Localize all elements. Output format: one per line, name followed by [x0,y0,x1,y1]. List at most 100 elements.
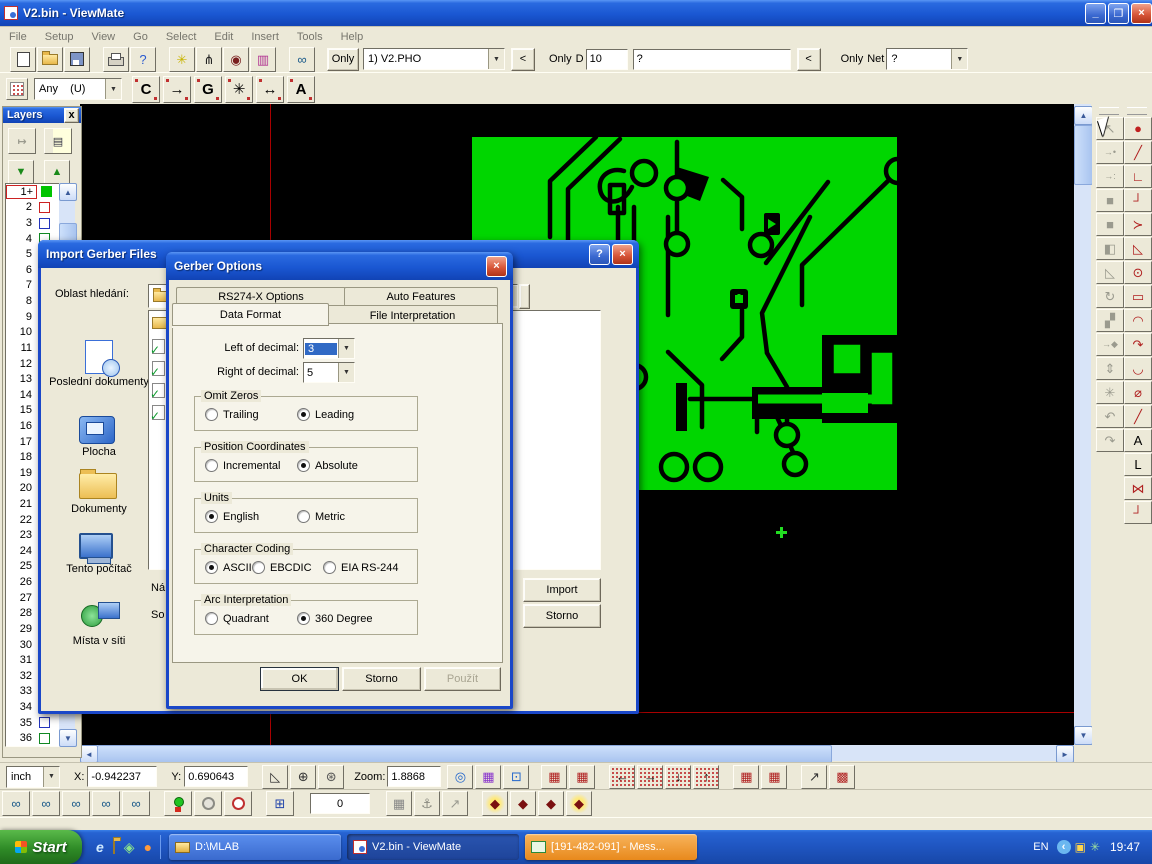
place-documents-icon[interactable] [79,473,117,499]
place-computer[interactable]: Tento počítač [47,563,151,575]
dcode-text-button[interactable]: A [287,76,315,103]
net-combo-arrow-icon[interactable]: ▼ [951,49,967,69]
snap-target-icon[interactable]: ⊛ [318,765,344,789]
language-indicator[interactable]: EN [1033,841,1048,853]
dcode-input[interactable]: 10 [586,49,628,70]
firefox-icon[interactable]: ● [144,839,152,855]
undo-tool[interactable]: ↶ [1096,405,1124,428]
import-close-button[interactable]: × [612,244,633,265]
vertical-scroll-thumb[interactable] [1074,125,1093,185]
zoom-select-icon[interactable]: ⊡ [503,765,529,789]
filled-rect-tool[interactable]: ■ [1096,189,1124,212]
align-tool[interactable]: ⇕ [1096,357,1124,380]
only-layer-button[interactable]: Only [327,48,359,71]
place-recent-icon[interactable] [85,340,113,374]
start-button[interactable]: Start [0,830,82,864]
apply-button[interactable]: Použít [424,667,501,691]
copy-pad-tool[interactable]: →: [1096,165,1124,188]
grid-display-icon[interactable]: ▦ [569,765,595,789]
select-region-icon[interactable]: ▩ [829,765,855,789]
measure-tools-icon[interactable]: ⋔ [196,47,222,72]
route-tool[interactable]: ┘ [1124,501,1152,524]
settings-tool[interactable]: ✳ [1096,381,1124,404]
draw-pad-tool[interactable]: ● [1124,117,1152,140]
draw-corner-tool[interactable]: ┘ [1124,189,1152,212]
radio-eia-rs-244[interactable]: EIA RS-244 [323,561,398,574]
pan-down-icon[interactable]: ↓ [665,765,691,789]
pan-up-icon[interactable]: ↑ [693,765,719,789]
draw-curve-tool[interactable]: ↷ [1124,333,1152,356]
place-desktop[interactable]: Plocha [47,446,151,458]
layer-row-2[interactable]: 2 [6,200,60,216]
dialog-toolbar-button-edge[interactable] [519,284,530,309]
grid-value-field[interactable]: 0 [310,793,370,814]
menu-edit[interactable]: Edit [205,28,242,46]
radio-incremental[interactable]: Incremental [205,459,280,472]
stretch-region-icon[interactable]: ↗ [801,765,827,789]
close-button[interactable]: × [1131,3,1152,24]
highlight-traffic-icon[interactable] [164,791,192,816]
draw-ellipse-tool[interactable]: ⌀ [1124,381,1152,404]
dimension-tool[interactable]: ⋈ [1124,477,1152,500]
flip-tool[interactable]: ◺ [1096,261,1124,284]
scroll-left-icon[interactable]: ◄ [80,745,98,763]
right-decimal-combo[interactable]: 5 ▼ [303,362,355,383]
draw-rect-tool[interactable]: ▭ [1124,285,1152,308]
draw-arc2-tool[interactable]: ◡ [1124,357,1152,380]
file-gerber-item[interactable] [152,383,165,398]
flash-diamond-4-icon[interactable]: ◆ [566,791,592,816]
toolbar-grip[interactable] [1099,107,1119,115]
place-network-icon[interactable] [81,605,103,627]
horizontal-scroll-thumb[interactable] [97,745,832,763]
dcode-g-button[interactable]: G [194,76,222,103]
minimize-button[interactable]: _ [1085,3,1106,24]
zoom-in-icon[interactable]: ◎ [447,765,473,789]
menu-go[interactable]: Go [124,28,157,46]
unit-combo-arrow-icon[interactable]: ▼ [43,767,59,787]
redo-tool[interactable]: ↷ [1096,429,1124,452]
radio-quadrant[interactable]: Quadrant [205,612,269,625]
only-net-label[interactable]: Only [841,53,864,65]
layer-color-chip[interactable] [39,733,50,744]
flash-diamond-2-icon[interactable]: ◆ [510,791,536,816]
radio-metric[interactable]: Metric [297,510,345,523]
menu-help[interactable]: Help [332,28,373,46]
tab-auto-features[interactable]: Auto Features [344,287,498,307]
dcode-move-button[interactable]: → [163,76,191,103]
dcode-trace-button[interactable]: ↔ [256,76,284,103]
file-gerber-item[interactable] [152,339,165,354]
grid-snap-icon[interactable]: ▦ [541,765,567,789]
flash-diamond-3-icon[interactable]: ◆ [538,791,564,816]
preview-glasses-icon[interactable]: ∞ [289,47,315,72]
context-help-icon[interactable]: ? [130,47,156,72]
menu-file[interactable]: File [0,28,36,46]
draw-sketch-tool[interactable]: ╱ [1124,405,1152,428]
new-file-icon[interactable] [10,47,36,72]
file-gerber-item[interactable] [152,361,165,376]
right-decimal-arrow-icon[interactable]: ▼ [338,363,354,382]
gerber-cancel-button[interactable]: Storno [342,667,421,691]
layer-color-chip[interactable] [41,186,52,197]
view-preset-3-glasses-icon[interactable]: ∞ [62,791,90,816]
left-decimal-arrow-icon[interactable]: ▼ [338,339,354,358]
file-gerber-item[interactable] [152,405,165,420]
move-item-tool[interactable]: →◆ [1096,333,1124,356]
horizontal-scrollbar[interactable]: ◄ ► [80,745,1072,761]
zoom-grid-icon[interactable]: ▦ [475,765,501,789]
draw-line-tool[interactable]: ╱ [1124,141,1152,164]
menu-insert[interactable]: Insert [242,28,288,46]
menu-select[interactable]: Select [157,28,206,46]
step-grid-icon[interactable]: ▦ [733,765,759,789]
draw-arrow-tool[interactable]: ≻ [1124,213,1152,236]
radio-english[interactable]: English [205,510,259,523]
pan-right-icon[interactable]: → [637,765,663,789]
ie-icon[interactable]: e [96,839,104,855]
view-preset-1-glasses-icon[interactable]: ∞ [2,791,30,816]
unit-combo[interactable]: inch ▼ [6,766,60,788]
radio-ebcdic[interactable]: EBCDIC [252,561,312,574]
layer-row-1[interactable]: 1+ [6,184,60,200]
layer-combo[interactable]: 1) V2.PHO ▼ [363,48,505,70]
rotate-tool[interactable]: ↻ [1096,285,1124,308]
label-tool[interactable]: L [1124,453,1152,476]
scroll-down-icon[interactable]: ▼ [1074,726,1093,745]
